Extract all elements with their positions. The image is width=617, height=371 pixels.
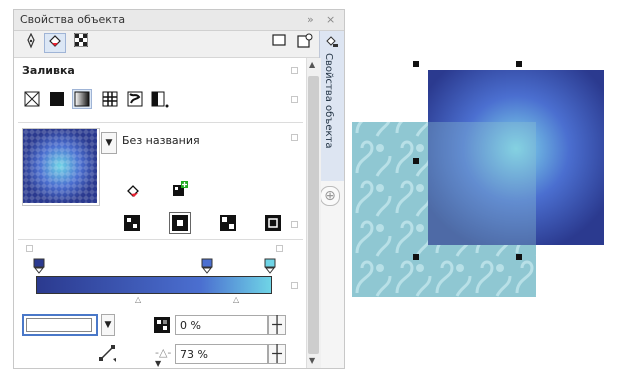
postscript-fill-button[interactable] [151,91,169,112]
close-docker-button[interactable]: × [326,13,335,26]
scroll-down-icon[interactable]: ▼ [309,356,315,365]
accelerate-icon[interactable] [98,343,118,366]
fill-name: Без названия [122,134,200,147]
pin-indicator [291,282,298,289]
properties-icon [326,36,338,47]
pin-indicator [276,245,283,252]
scrollbar[interactable]: ▲ ▼ [306,58,321,368]
node-transparency-value: 0 % [180,319,201,332]
node-transparency-spin[interactable]: ┼ [268,315,286,335]
transparency-icon[interactable] [70,32,92,53]
docker-titlebar: Свойства объекта » × [14,10,344,31]
collapse-docker-button[interactable]: » [307,13,314,26]
separator [18,122,303,123]
pin-indicator [291,67,298,74]
pin-indicator [291,221,298,228]
mid-color-node[interactable] [201,258,213,277]
outline-pen-icon[interactable] [20,32,42,53]
end-color-node[interactable] [264,258,276,277]
frame-icon[interactable] [268,33,290,53]
rectangular-fountain-icon[interactable] [265,215,281,234]
gradient-bar[interactable] [36,276,272,294]
midpoint-icon: -△- [155,346,172,359]
object-properties-docker: Свойства объекта » × Свойства объекта ⊕ … [13,9,345,369]
no-fill-button[interactable] [24,91,40,110]
midpoint-input[interactable]: 73 % [175,344,268,364]
start-color-node[interactable] [33,258,45,277]
elliptical-fountain-icon[interactable] [169,212,191,234]
scroll-up-icon[interactable]: ▲ [309,60,315,69]
conical-fountain-icon[interactable] [220,215,236,234]
midpoint-slider[interactable]: △ [135,295,141,304]
properties-toolbar [14,31,344,58]
fill-picker-dropdown[interactable]: ▼ [101,132,117,154]
fill-bucket-icon[interactable] [44,33,66,53]
add-tab-icon[interactable]: ⊕ [320,186,340,206]
scroll-thumb[interactable] [308,76,319,354]
pin-indicator [26,245,33,252]
midpoint-slider[interactable]: △ [233,295,239,304]
node-transparency-input[interactable]: 0 % [175,315,268,335]
save-fill-icon[interactable] [171,180,189,201]
fill-section: Заливка ▼ Без названия △ △ ▼ 0 % ┼ -△- 7… [14,58,307,368]
fill-preview[interactable] [22,128,100,206]
object-settings-icon[interactable] [294,33,316,53]
side-tab-label: Свойства объекта [323,53,334,149]
node-color-picker[interactable] [22,314,98,336]
docker-title: Свойства объекта [20,13,126,26]
node-color-dropdown[interactable]: ▼ [101,314,115,336]
section-title: Заливка [22,64,75,77]
fountain-fill-button[interactable] [72,89,92,109]
linear-fountain-icon[interactable] [124,215,140,234]
uniform-fill-button[interactable] [49,91,65,110]
side-tab-object-properties[interactable]: Свойства объекта [319,31,344,181]
drawing-canvas[interactable] [352,58,617,371]
midpoint-value: 73 % [180,348,208,361]
midpoint-spin[interactable]: ┼ [268,344,286,364]
pin-indicator [291,134,298,141]
bitmap-pattern-button[interactable] [127,91,143,110]
vector-pattern-button[interactable] [102,91,118,110]
more-options-icon[interactable]: ▼ [155,359,161,368]
pin-indicator [291,96,298,103]
node-transparency-icon [154,317,170,336]
separator [18,239,303,240]
fill-type-icon[interactable] [125,183,143,204]
